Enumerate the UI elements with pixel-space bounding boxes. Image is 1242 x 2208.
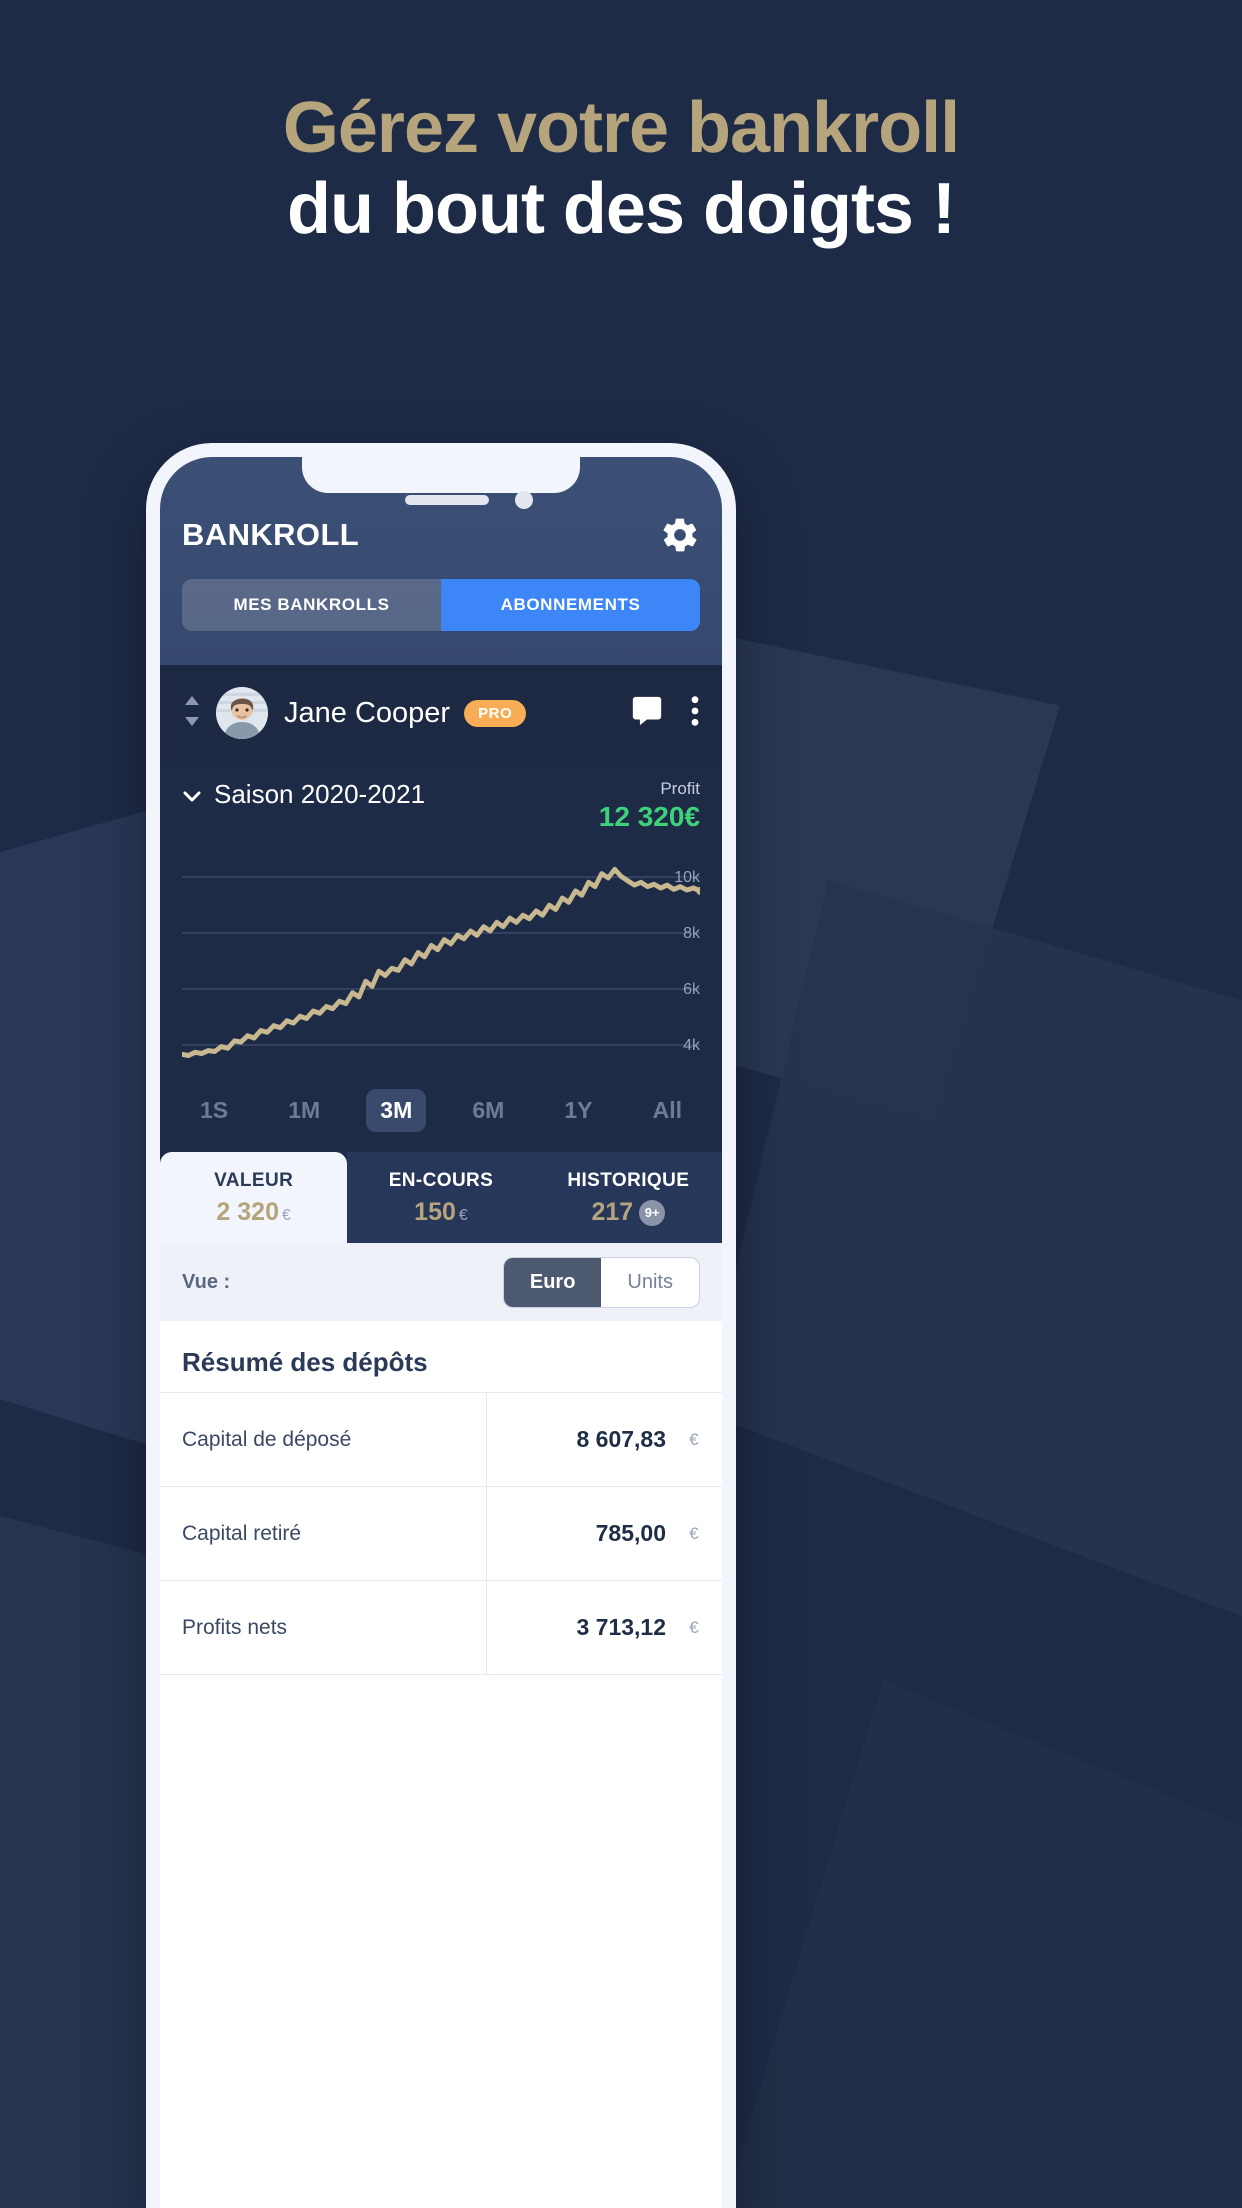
stat-number: 217: [591, 1198, 634, 1226]
bankroll-chart[interactable]: 10k 8k 6k 4k: [182, 855, 700, 1073]
range-1s[interactable]: 1S: [186, 1089, 242, 1132]
range-1y[interactable]: 1Y: [550, 1089, 606, 1132]
tab-abonnements[interactable]: ABONNEMENTS: [441, 579, 700, 631]
tab-historique[interactable]: HISTORIQUE 217 9+: [534, 1152, 722, 1243]
count-badge: 9+: [639, 1200, 666, 1227]
page-title: BANKROLL: [182, 517, 360, 552]
toggle-units[interactable]: Units: [601, 1258, 699, 1307]
range-all[interactable]: All: [639, 1089, 696, 1132]
row-value: 8 607,83: [486, 1393, 666, 1486]
row-label: Capital retiré: [182, 1521, 302, 1545]
row-currency: €: [689, 1617, 699, 1637]
tab-valeur[interactable]: VALEUR 2 320 €: [160, 1152, 348, 1243]
more-vertical-icon[interactable]: [690, 694, 700, 733]
y-tick-label: 4k: [683, 1037, 700, 1054]
user-row[interactable]: Jane Cooper PRO: [160, 665, 722, 761]
headline-line-1: Gérez votre bankroll: [282, 88, 960, 168]
range-selector: 1S 1M 3M 6M 1Y All: [182, 1073, 700, 1152]
chart-svg: [182, 866, 700, 1058]
currency-toggle: Euro Units: [502, 1256, 700, 1308]
tab-mes-bankrolls[interactable]: MES BANKROLLS: [182, 579, 441, 631]
phone-speaker: [405, 495, 489, 505]
status-badge: PRO: [464, 699, 527, 727]
range-6m[interactable]: 6M: [458, 1089, 518, 1132]
row-label: Capital de déposé: [182, 1427, 352, 1451]
row-currency: €: [689, 1523, 699, 1543]
profit-label: Profit: [660, 779, 700, 798]
table-row[interactable]: Capital de déposé 8 607,83 €: [160, 1392, 722, 1486]
chat-bubble-icon[interactable]: [630, 694, 664, 733]
view-row: Vue : Euro Units: [160, 1243, 722, 1321]
phone-camera: [515, 491, 533, 509]
user-actions: [630, 694, 700, 733]
chart-y-axis: 10k 8k 6k 4k: [650, 855, 700, 1073]
y-tick-label: 8k: [683, 925, 700, 942]
marketing-headline: Gérez votre bankroll du bout des doigts …: [0, 88, 1242, 249]
range-1m[interactable]: 1M: [274, 1089, 334, 1132]
gear-icon[interactable]: [660, 515, 700, 555]
season-selector[interactable]: Saison 2020-2021: [182, 779, 425, 810]
stat-value: 2 320 €: [160, 1198, 347, 1227]
phone-screen: BANKROLL MES BANKROLLS ABONNEMENTS Jane …: [160, 457, 722, 2208]
phone-notch: [302, 443, 580, 493]
row-label: Profits nets: [182, 1615, 288, 1639]
row-value: 3 713,12: [486, 1581, 666, 1674]
row-value: 785,00: [486, 1487, 666, 1580]
stat-title: HISTORIQUE: [567, 1170, 690, 1191]
chart-series-bankroll: [182, 866, 700, 1058]
summary-header: Résumé des dépôts: [160, 1321, 722, 1392]
headline-line-2: du bout des doigts !: [287, 168, 956, 249]
summary-table: Capital de déposé 8 607,83 € Capital ret…: [160, 1392, 722, 1768]
app-header-top: BANKROLL: [182, 515, 700, 555]
stat-title: EN-COURS: [388, 1170, 494, 1191]
stat-tabs: VALEUR 2 320 € EN-COURS 150 € HISTORIQUE 2…: [160, 1152, 722, 1243]
table-row[interactable]: Profits nets 3 713,12 €: [160, 1580, 722, 1674]
tab-en-cours[interactable]: EN-COURS 150 €: [347, 1152, 535, 1243]
avatar[interactable]: [216, 687, 268, 739]
view-label: Vue :: [182, 1270, 231, 1293]
stat-value: 217 9+: [535, 1198, 722, 1227]
summary-title: Résumé des dépôts: [182, 1347, 428, 1377]
chevron-down-icon: [182, 779, 202, 810]
y-tick-label: 6k: [683, 981, 700, 998]
chart-card: Saison 2020-2021 Profit 12 320€ 10k 8k 6…: [160, 761, 722, 1152]
stat-title: VALEUR: [214, 1170, 294, 1191]
phone-mockup: BANKROLL MES BANKROLLS ABONNEMENTS Jane …: [146, 443, 736, 2208]
stat-number: 150: [414, 1198, 456, 1226]
sort-updown-icon[interactable]: [182, 694, 202, 733]
y-tick-label: 10k: [674, 869, 700, 886]
chart-gridlines: [182, 876, 700, 1046]
table-row[interactable]: Capital retiré 785,00 €: [160, 1486, 722, 1580]
chart-header: Saison 2020-2021 Profit 12 320€: [182, 779, 700, 833]
toggle-euro[interactable]: Euro: [503, 1257, 602, 1307]
main-tabs: MES BANKROLLS ABONNEMENTS: [182, 579, 700, 631]
stat-currency: €: [458, 1207, 468, 1224]
profit-value: 12 320€: [598, 801, 700, 832]
range-3m[interactable]: 3M: [366, 1089, 427, 1132]
stat-number: 2 320: [216, 1198, 279, 1226]
bg-polygon-5: [722, 1680, 1242, 2208]
stat-currency: €: [281, 1207, 291, 1224]
profit-block: Profit 12 320€: [599, 779, 700, 833]
table-row[interactable]: [160, 1674, 722, 1768]
user-name: Jane Cooper: [284, 696, 451, 729]
stat-value: 150 €: [347, 1198, 534, 1227]
season-label: Saison 2020-2021: [214, 779, 426, 809]
row-currency: €: [689, 1429, 699, 1449]
